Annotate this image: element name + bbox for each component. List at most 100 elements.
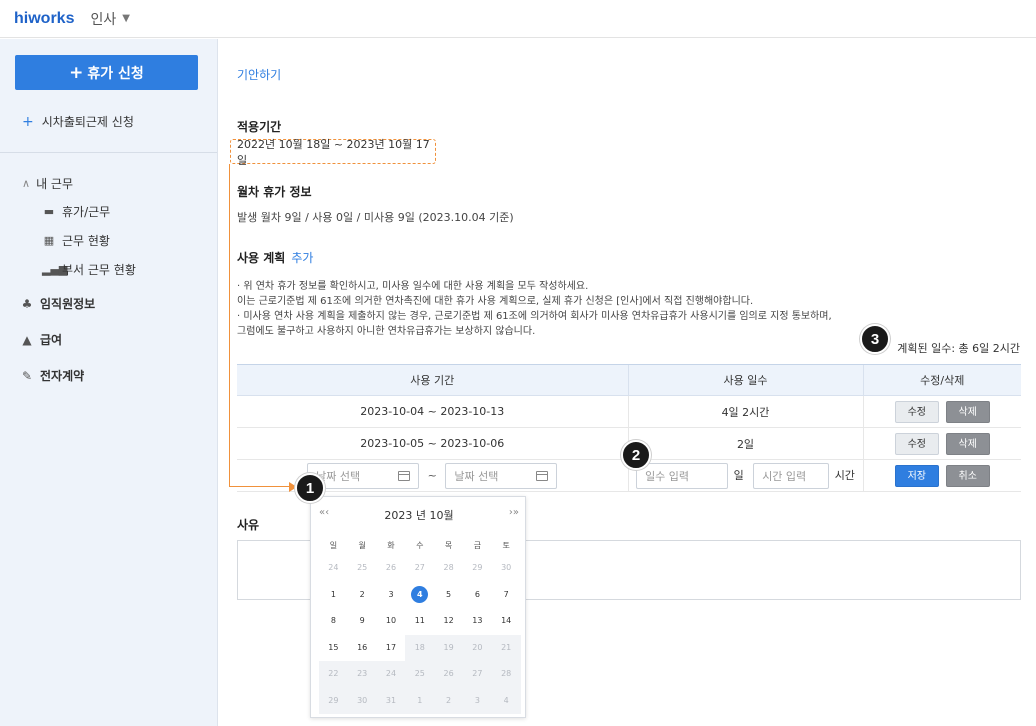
calendar-day[interactable]: 13 xyxy=(463,608,492,635)
calendar-day[interactable]: 7 xyxy=(492,582,521,609)
edit-button[interactable]: 수정 xyxy=(894,432,939,455)
calendar-day[interactable]: 9 xyxy=(348,608,377,635)
sidebar-item-label: 급여 xyxy=(40,333,63,347)
column-header-period: 사용 기간 xyxy=(237,364,628,396)
selected-day[interactable]: 4 xyxy=(411,585,429,603)
usage-plan-header: 사용 계획 추가 xyxy=(237,249,313,266)
table-row: 2023-10-04 ~ 2023-10-13 4일 2시간 수정 삭제 xyxy=(237,395,1021,428)
column-header-actions: 수정/삭제 xyxy=(862,364,1021,396)
sidebar-item-label: 부서 근무 현황 xyxy=(62,263,136,277)
next-month-button[interactable]: ›» xyxy=(509,507,519,518)
weekday-header-row: 일월화수목금토 xyxy=(319,537,521,555)
calendar-day: 29 xyxy=(319,687,348,714)
step-badge-2: 2 xyxy=(621,440,651,470)
step-badge-3: 3 xyxy=(860,324,890,354)
calendar-day[interactable]: 3 xyxy=(377,582,406,609)
calendar-week-row: 15 16 17 18 19 20 21 xyxy=(319,634,521,662)
sidebar-divider xyxy=(0,152,217,153)
add-plan-link[interactable]: 추가 xyxy=(291,249,313,266)
table-header-row: 사용 기간 사용 일수 수정/삭제 xyxy=(237,364,1021,396)
row-period: 2023-10-04 ~ 2023-10-13 xyxy=(237,395,628,428)
sidebar-item-work-status[interactable]: ▦ 근무 현황 xyxy=(42,232,110,249)
sidebar-item-employee-info[interactable]: ♣ 임직원정보 xyxy=(20,295,96,312)
calendar-icon xyxy=(398,470,411,481)
edit-document-icon: ✎ xyxy=(21,368,33,383)
calendar-day: 28 xyxy=(491,661,521,688)
calendar-day[interactable]: 16 xyxy=(348,635,377,662)
sidebar-item-label: 근무 현황 xyxy=(62,234,110,248)
date-picker-year-month: 2023 년 10월 xyxy=(384,509,454,522)
chevron-down-icon[interactable]: ▼ xyxy=(122,13,130,24)
calendar-day: 24 xyxy=(376,661,406,688)
weekday-label: 월 xyxy=(358,541,366,550)
calendar-day: 31 xyxy=(376,687,406,714)
calendar-day[interactable]: 1 xyxy=(319,582,348,609)
delete-button[interactable]: 삭제 xyxy=(945,432,990,455)
draft-link[interactable]: 기안하기 xyxy=(237,66,281,83)
cancel-button[interactable]: 취소 xyxy=(945,464,990,487)
calendar-day: 19 xyxy=(434,634,463,661)
end-date-placeholder: 날짜 선택 xyxy=(454,469,499,483)
range-separator: ~ xyxy=(427,468,437,482)
calendar-day[interactable]: 4 xyxy=(405,582,434,609)
sidebar-item-label: 휴가/근무 xyxy=(62,205,111,219)
save-button[interactable]: 저장 xyxy=(894,464,939,487)
app-menu-label[interactable]: 인사 xyxy=(90,9,116,29)
calendar-day: 26 xyxy=(385,563,397,572)
calendar-day[interactable]: 6 xyxy=(463,582,492,609)
calendar-day[interactable]: 17 xyxy=(377,635,406,662)
calendar-day: 23 xyxy=(347,661,377,688)
calendar-week-row: 22 23 24 25 26 27 28 xyxy=(319,661,521,688)
flex-work-request-label: 시차출퇴근제 신청 xyxy=(41,115,134,129)
edit-button[interactable]: 수정 xyxy=(894,400,939,423)
sidebar-item-leave-work[interactable]: ▬ 휴가/근무 xyxy=(42,203,110,220)
calendar-day[interactable]: 15 xyxy=(319,635,348,662)
sidebar-item-e-contract[interactable]: ✎ 전자계약 xyxy=(20,367,84,384)
calendar-day[interactable]: 2 xyxy=(348,582,377,609)
sidebar-section-label: 내 근무 xyxy=(36,177,73,191)
hours-placeholder: 시간 입력 xyxy=(762,469,807,483)
days-input[interactable]: 일수 입력 xyxy=(636,462,729,489)
calendar-day[interactable]: 11 xyxy=(405,608,434,635)
notice-text: · 위 연차 휴가 정보를 확인하시고, 미사용 일수에 대한 사용 계획을 모… xyxy=(237,279,832,339)
hiworks-logo[interactable]: hiworks xyxy=(14,10,74,28)
weekday-label: 금 xyxy=(473,541,482,550)
chevron-up-icon: ∧ xyxy=(22,177,31,190)
annual-leave-info-label: 월차 휴가 정보 xyxy=(237,185,312,199)
end-date-input[interactable]: 날짜 선택 xyxy=(445,462,558,489)
hours-input[interactable]: 시간 입력 xyxy=(753,462,830,489)
weekday-label: 일 xyxy=(329,541,338,550)
calendar-day[interactable]: 10 xyxy=(377,608,406,635)
sidebar-item-salary[interactable]: ▲ 급여 xyxy=(20,331,62,348)
sidebar-section-my-work[interactable]: ∧ 내 근무 xyxy=(22,175,73,192)
calendar-day: 25 xyxy=(405,661,435,688)
calendar-day: 27 xyxy=(462,661,492,688)
calendar-day[interactable]: 12 xyxy=(434,608,463,635)
org-chart-icon: ♣ xyxy=(21,296,33,311)
notice-line: 그럼에도 불구하고 사용하지 아니한 연차유급휴가는 보상하지 않습니다. xyxy=(237,326,536,337)
calendar-icon xyxy=(536,470,549,481)
notice-line: · 미사용 연차 사용 계획을 제출하지 않는 경우, 근로기준법 제 61조에… xyxy=(237,311,832,322)
calendar-day: 18 xyxy=(405,634,435,661)
column-header-days: 사용 일수 xyxy=(627,364,863,396)
date-picker-header: «‹ 2023 년 10월 ›» xyxy=(311,507,527,523)
calendar-day: 20 xyxy=(462,634,492,661)
calendar-day: 3 xyxy=(462,687,492,714)
briefcase-icon: ▬ xyxy=(43,205,55,218)
delete-button[interactable]: 삭제 xyxy=(945,400,990,423)
flex-work-request-link[interactable]: + 시차출퇴근제 신청 xyxy=(22,113,134,130)
calendar-day[interactable]: 8 xyxy=(319,608,348,635)
sidebar-item-dept-work-status[interactable]: ▂▄▆ 부서 근무 현황 xyxy=(42,261,136,278)
calendar-day: 29 xyxy=(472,563,483,572)
calendar-day: 28 xyxy=(443,563,454,572)
leave-request-button[interactable]: + 휴가 신청 xyxy=(15,55,198,90)
annotation-connector xyxy=(229,164,230,487)
calendar-day[interactable]: 5 xyxy=(434,582,463,609)
calendar-day: 1 xyxy=(405,687,435,714)
calendar-day: 21 xyxy=(491,634,521,661)
calendar-day[interactable]: 14 xyxy=(492,608,521,635)
row-actions: 수정 삭제 xyxy=(862,427,1021,460)
usage-plan-table: 사용 기간 사용 일수 수정/삭제 2023-10-04 ~ 2023-10-1… xyxy=(237,364,1021,492)
calendar-week-row: 8 9 10 11 12 13 14 xyxy=(319,608,521,635)
annual-leave-info-value: 발생 월차 9일 / 사용 0일 / 미사용 9일 (2023.10.04 기준… xyxy=(237,211,514,224)
